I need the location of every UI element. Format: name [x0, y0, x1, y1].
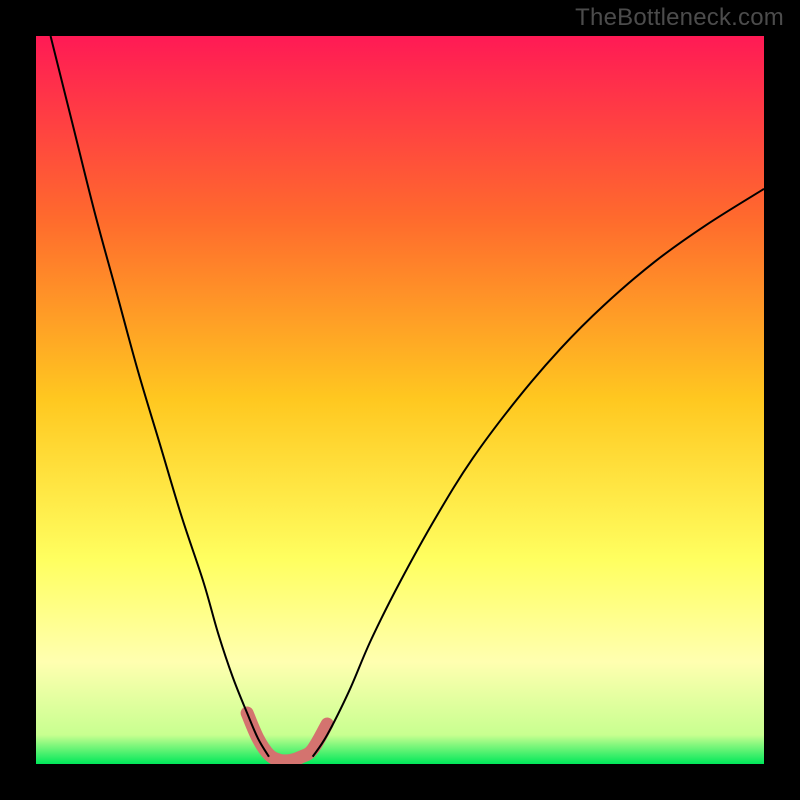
watermark-text: TheBottleneck.com	[575, 4, 784, 32]
gradient-background	[36, 36, 764, 764]
plot-area	[36, 36, 764, 764]
chart-svg	[36, 36, 764, 764]
chart-frame: TheBottleneck.com	[0, 0, 800, 800]
